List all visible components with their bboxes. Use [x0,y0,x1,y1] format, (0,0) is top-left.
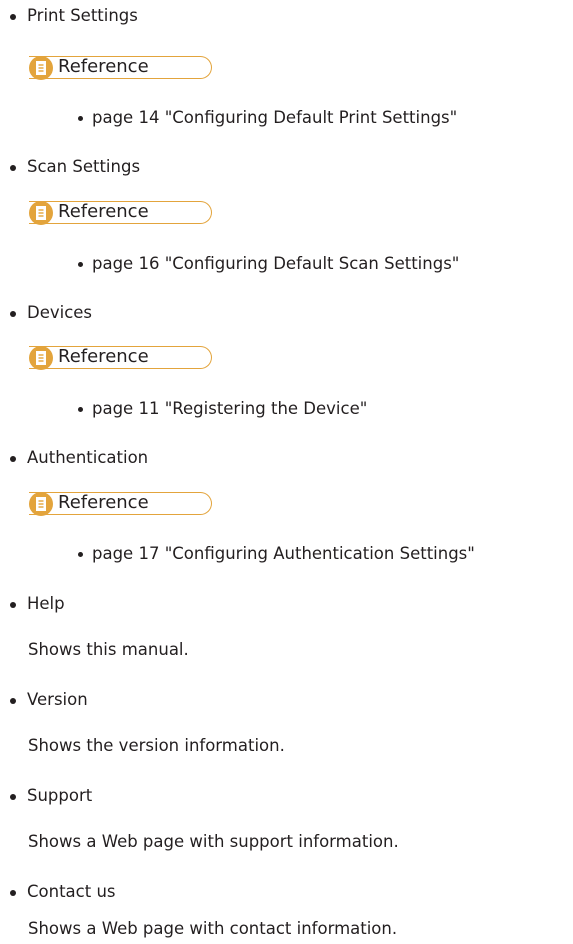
reference-link-text[interactable]: page 14 "Configuring Default Print Setti… [92,108,457,127]
item-label: Support [27,786,93,805]
reference-document-icon [29,56,53,80]
reference-badge: Reference [29,346,213,370]
bullet-dot [10,602,16,608]
item-description: Shows this manual. [28,640,189,659]
bullet-dot [10,14,16,20]
reference-link[interactable]: page 11 "Registering the Device" [78,398,367,420]
document-page: Print Settings Reference page 14 "Config… [0,0,573,944]
reference-label: Reference [58,346,149,367]
reference-badge: Reference [29,492,213,516]
reference-label: Reference [58,201,149,222]
reference-link-text[interactable]: page 16 "Configuring Default Scan Settin… [92,254,459,273]
bullet-dot [10,165,16,171]
item-description: Shows a Web page with contact informatio… [28,919,398,938]
reference-link[interactable]: page 14 "Configuring Default Print Setti… [78,107,457,129]
reference-badge: Reference [29,56,213,80]
reference-link-text[interactable]: page 11 "Registering the Device" [92,399,367,418]
item-description: Shows the version information. [28,736,285,755]
bullet-dot [10,890,16,896]
item-label: Contact us [27,882,116,901]
item-label: Scan Settings [27,157,141,176]
reference-link[interactable]: page 17 "Configuring Authentication Sett… [78,543,475,565]
reference-document-icon [29,492,53,516]
reference-link-text[interactable]: page 17 "Configuring Authentication Sett… [92,544,475,563]
bullet-dot [78,407,83,412]
item-description: Shows a Web page with support informatio… [28,832,399,851]
reference-badge: Reference [29,201,213,225]
item-label: Authentication [27,448,149,467]
bullet-dot [10,456,16,462]
bullet-dot [10,794,16,800]
bullet-dot [10,311,16,317]
bullet-dot [78,552,83,557]
item-label: Help [27,594,65,613]
item-label: Version [27,690,88,709]
reference-link[interactable]: page 16 "Configuring Default Scan Settin… [78,253,459,275]
item-label: Devices [27,303,93,322]
bullet-dot [10,698,16,704]
reference-label: Reference [58,492,149,513]
bullet-dot [78,116,83,121]
bullet-dot [78,262,83,267]
reference-label: Reference [58,56,149,77]
reference-document-icon [29,201,53,225]
reference-document-icon [29,346,53,370]
item-label: Print Settings [27,6,138,25]
